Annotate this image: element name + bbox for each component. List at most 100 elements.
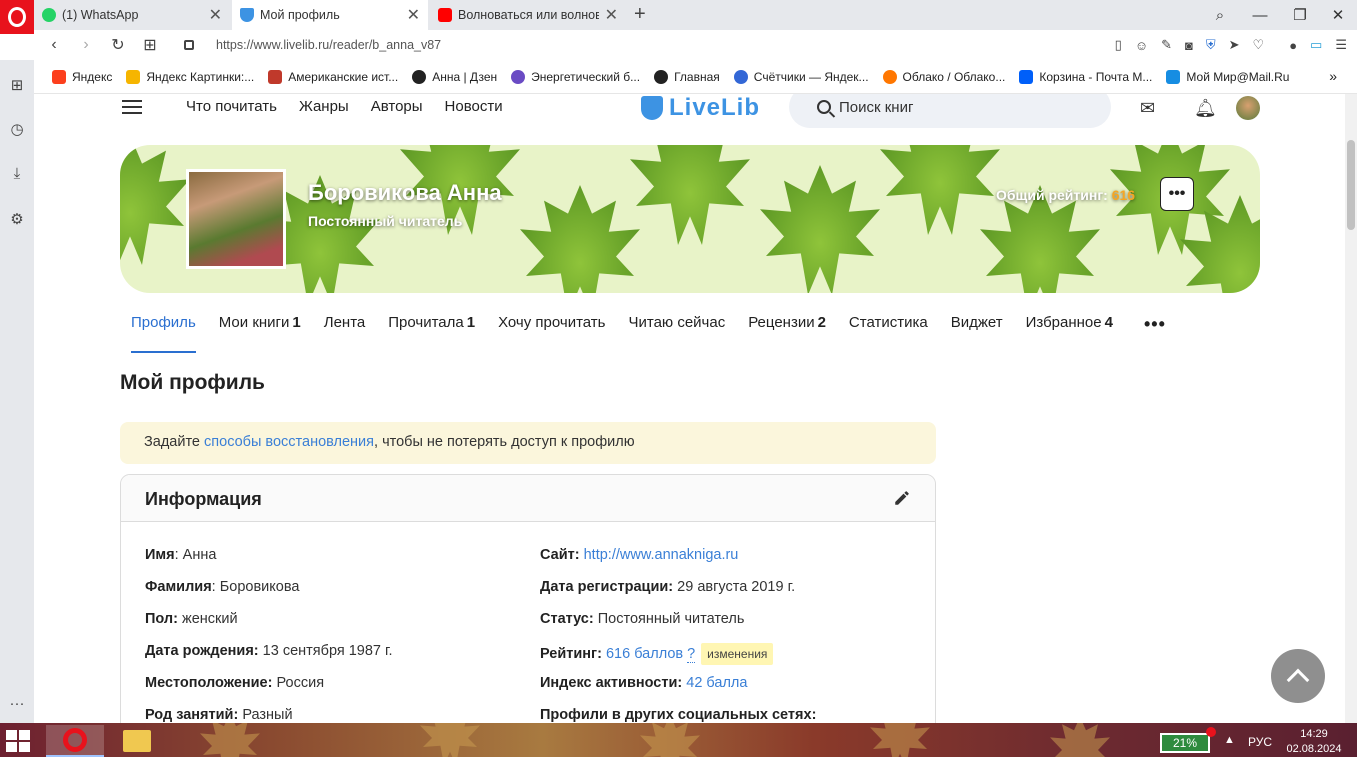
opera-menu-button[interactable] [0,0,34,34]
rating-changes-button[interactable]: изменения [701,643,774,665]
tab-reviews[interactable]: Рецензии 2 [748,314,826,353]
camera-icon[interactable]: ◙ [1185,38,1193,53]
bookmark-item[interactable]: Корзина - Почта М... [1019,69,1152,84]
back-button[interactable]: ‹ [38,36,70,54]
site-logo[interactable]: LiveLib [641,94,760,122]
scrollbar-thumb[interactable] [1347,140,1355,230]
easy-setup-icon[interactable]: ☰ [1335,37,1347,53]
account-icon[interactable]: ● [1289,38,1297,53]
tray-chevron-up-icon[interactable]: ▲ [1224,734,1235,746]
tab-my-books[interactable]: Мои книги 1 [219,314,301,353]
restore-button[interactable]: ❐ [1280,0,1320,30]
nav-genres[interactable]: Жанры [299,98,349,115]
yandex-icon [654,69,669,84]
shield-icon[interactable]: ⛨ [1206,37,1216,53]
profile-photo[interactable] [186,169,286,269]
settings-gear-icon[interactable]: ⚙ [6,208,28,230]
bookmark-item[interactable]: Облако / Облако... [882,69,1005,84]
search-tabs-icon[interactable]: ⌕ [1200,0,1240,30]
send-icon[interactable]: ➤ [1229,37,1240,53]
rating-link[interactable]: 616 баллов [606,646,683,662]
tab-feed[interactable]: Лента [324,314,366,353]
info-row-last-name: Фамилия: Боровикова [145,579,300,595]
address-bar: ‹ › ↻ ⊞ https://www.livelib.ru/reader/b_… [34,30,1357,60]
edit-pencil-icon[interactable] [893,489,911,507]
user-avatar[interactable] [1236,96,1260,120]
reload-button[interactable]: ↻ [102,35,134,55]
tab-read[interactable]: Прочитала 1 [388,314,475,353]
activity-link[interactable]: 42 балла [686,675,747,691]
close-window-button[interactable]: ✕ [1318,0,1357,30]
url-field[interactable]: https://www.livelib.ru/reader/b_anna_v87 [216,38,441,52]
heart-icon[interactable]: ♡ [1253,37,1265,53]
tab-widget[interactable]: Виджет [951,314,1003,353]
close-tab-icon[interactable]: ✕ [407,5,420,25]
tab-reading-now[interactable]: Читаю сейчас [628,314,725,353]
tab-label: Избранное [1025,314,1102,331]
site-link[interactable]: http://www.annakniga.ru [584,547,739,563]
more-bookmarks-icon[interactable]: » [1329,68,1337,84]
system-clock[interactable]: 14:29 02.08.2024 [1284,727,1344,757]
tab-statistics[interactable]: Статистика [849,314,928,353]
more-tabs-icon[interactable]: ••• [1144,314,1166,335]
browser-tab-whatsapp[interactable]: (1) WhatsApp ✕ [34,0,230,30]
taskbar-opera[interactable] [46,725,104,757]
speed-dial-icon[interactable]: ⊞ [6,74,28,96]
forward-button[interactable]: › [70,36,102,54]
info-row-registration: Дата регистрации: 29 августа 2019 г. [540,579,796,595]
tab-profile[interactable]: Профиль [131,314,196,353]
minimize-button[interactable]: — [1240,0,1280,30]
nav-authors[interactable]: Авторы [371,98,423,115]
nav-news[interactable]: Новости [445,98,503,115]
menu-icon[interactable] [122,100,142,114]
opera-logo-icon [8,7,26,27]
search-input[interactable]: Поиск книг [789,94,1111,128]
recovery-methods-link[interactable]: способы восстановления [204,434,374,450]
new-tab-button[interactable]: + [634,3,646,26]
reader-mode-icon[interactable]: ▯ [1115,37,1122,53]
lock-icon[interactable] [184,40,194,50]
cloud-icon [882,69,897,84]
tab-favorites[interactable]: Избранное 4 [1026,314,1113,353]
bookmark-item[interactable]: Мой Мир@Mail.Ru [1166,69,1289,84]
bookmark-item[interactable]: Энергетический б... [511,69,640,84]
close-tab-icon[interactable]: ✕ [209,5,222,25]
taskbar-file-explorer[interactable] [108,725,166,757]
browser-tab-youtube[interactable]: Волноваться или волнова ✕ [430,0,626,30]
battery-indicator[interactable]: 21% [1160,733,1210,753]
bookmark-item[interactable]: Американские ист... [268,69,398,84]
bookmark-item[interactable]: Главная [654,69,720,84]
history-icon[interactable]: ◷ [6,118,28,140]
rating-help-link[interactable]: ? [687,646,696,663]
field-label: Дата рождения [145,643,254,659]
more-sidebar-icon[interactable]: ··· [6,692,28,714]
language-indicator[interactable]: РУС [1248,735,1272,749]
page-scrollbar[interactable] [1345,94,1357,723]
notifications-bell-icon[interactable]: 🔔︎ [1194,98,1217,119]
bookmark-item[interactable]: Анна | Дзен [412,69,497,84]
clock-date: 02.08.2024 [1286,743,1342,755]
edit-icon[interactable]: ✎ [1161,37,1172,53]
bookmarks-bar: Яндекс Яндекс Картинки:... Американские … [34,60,1357,94]
bookmark-item[interactable]: Яндекс [52,69,112,84]
bookmark-item[interactable]: Яндекс Картинки:... [126,69,254,84]
messages-envelope-icon[interactable]: ✉ [1140,98,1155,119]
tab-want-to-read[interactable]: Хочу прочитать [498,314,605,353]
nav-what-to-read[interactable]: Что почитать [186,98,277,115]
scroll-to-top-button[interactable] [1271,649,1325,703]
maple-leaf-decoration [520,185,640,293]
browser-tab-profile[interactable]: Мой профиль ✕ [232,0,428,30]
vpn-icon[interactable]: ▭ [1310,37,1322,53]
emoji-icon[interactable]: ☺ [1135,38,1148,53]
downloads-icon[interactable]: ⤓ [6,162,28,184]
more-options-button[interactable]: ••• [1160,177,1194,211]
field-value: 29 августа 2019 г. [677,579,796,595]
bookmark-item[interactable]: Счётчики — Яндек... [733,69,869,84]
wallpaper-leaf [420,723,480,757]
windows-start-button[interactable] [6,730,30,752]
rating-value: 616 [1111,187,1136,203]
main-nav: Что почитать Жанры Авторы Новости [186,98,503,115]
tabs-overview-icon[interactable]: ⊞ [134,35,166,55]
close-tab-icon[interactable]: ✕ [605,5,618,25]
info-row-gender: Пол: женский [145,611,238,627]
